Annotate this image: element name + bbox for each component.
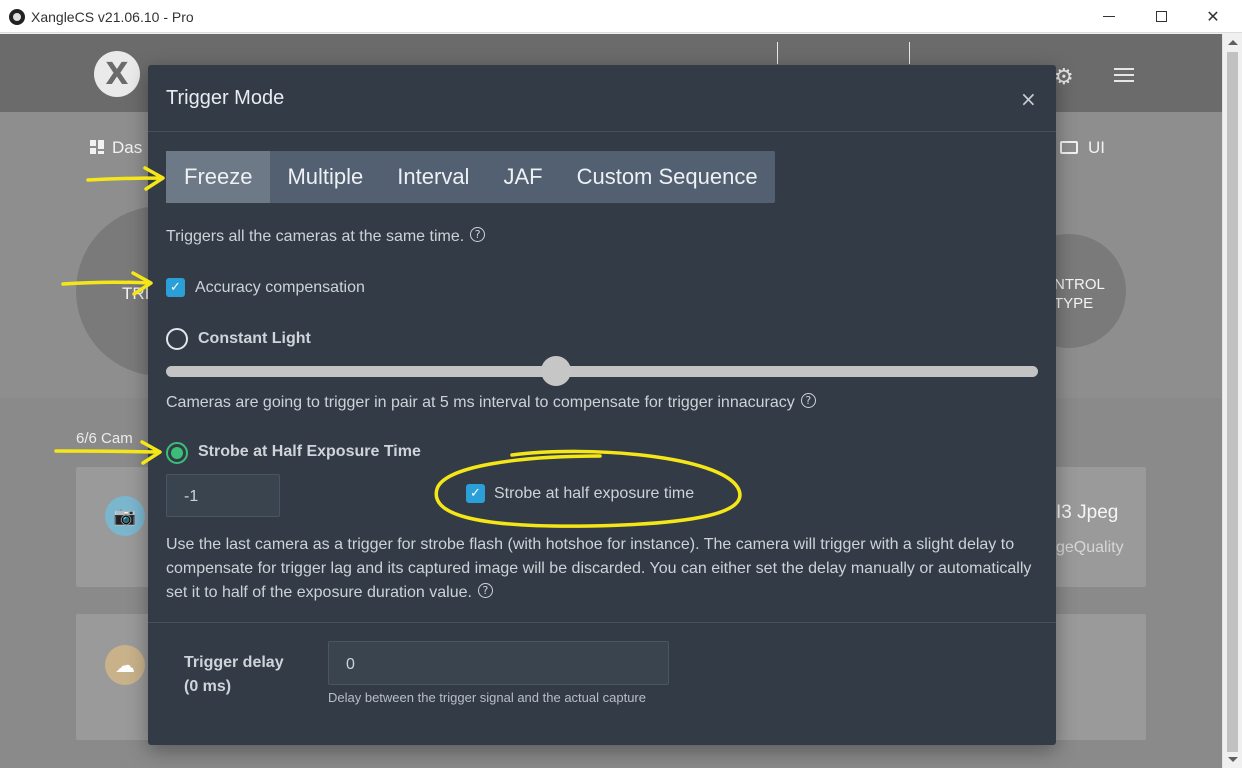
- window-title: XangleCS v21.06.10 - Pro: [31, 9, 194, 25]
- control-type-line2: TYPE: [1054, 295, 1094, 312]
- freeze-description-text: Triggers all the cameras at the same tim…: [166, 228, 465, 245]
- dashboard-label: Das: [112, 138, 143, 157]
- dashboard-link[interactable]: Das: [90, 138, 142, 158]
- dialog-header: Trigger Mode ×: [148, 65, 1056, 132]
- help-icon[interactable]: ?: [800, 393, 816, 408]
- strobe-radio[interactable]: [166, 442, 188, 464]
- slider-description-text: Cameras are going to trigger in pair at …: [166, 394, 795, 411]
- control-type-line1: NTROL: [1054, 276, 1105, 293]
- trigger-delay-label-line1: Trigger delay: [184, 654, 284, 671]
- close-window-button[interactable]: ✕: [1190, 0, 1236, 33]
- jpeg-format-label: I3 Jpeg: [1056, 502, 1119, 523]
- constant-light-radio[interactable]: [166, 328, 188, 350]
- menu-icon[interactable]: [1114, 68, 1134, 86]
- help-icon[interactable]: ?: [477, 583, 493, 598]
- strobe-description: Use the last camera as a trigger for str…: [166, 533, 1046, 605]
- app-icon: [9, 9, 25, 25]
- help-icon[interactable]: ?: [470, 227, 486, 242]
- accuracy-compensation-label: Accuracy compensation: [195, 279, 365, 296]
- monitor-icon: [1060, 141, 1078, 154]
- trigger-mode-dialog: Trigger Mode × Freeze Multiple Interval …: [148, 65, 1056, 745]
- minimize-button[interactable]: [1086, 0, 1132, 33]
- accuracy-compensation-checkbox[interactable]: ✓: [166, 278, 185, 297]
- close-icon[interactable]: ×: [1020, 87, 1037, 111]
- trigger-delay-label-line2: (0 ms): [184, 678, 232, 695]
- interval-slider-track[interactable]: [166, 366, 1038, 377]
- trigger-circle-label: TRI: [122, 284, 150, 303]
- dialog-title: Trigger Mode: [166, 87, 285, 109]
- jpeg-quality-label: geQuality: [1056, 539, 1124, 556]
- strobe-half-exposure-checkbox[interactable]: ✓: [466, 484, 485, 503]
- constant-light-label: Constant Light: [198, 330, 311, 347]
- app-logo: X: [94, 51, 140, 97]
- cloud-icon: ☁: [105, 645, 145, 685]
- dashboard-icon: [90, 140, 104, 154]
- strobe-delay-input[interactable]: -1: [166, 474, 280, 517]
- tab-multiple[interactable]: Multiple: [270, 151, 380, 203]
- trigger-delay-label: Trigger delay (0 ms): [184, 651, 284, 699]
- gear-icon[interactable]: ⚙: [1054, 64, 1074, 90]
- minimize-icon: [1103, 16, 1115, 17]
- window-scrollbar[interactable]: [1222, 34, 1242, 768]
- strobe-half-exposure-label: Strobe at half exposure time: [494, 485, 695, 502]
- topbar-divider: [777, 42, 778, 64]
- freeze-description: Triggers all the cameras at the same tim…: [166, 227, 486, 246]
- maximize-icon: [1155, 11, 1167, 22]
- trigger-delay-input[interactable]: 0: [328, 641, 669, 685]
- tab-interval[interactable]: Interval: [380, 151, 486, 203]
- topbar-divider: [909, 42, 910, 64]
- tab-custom-sequence[interactable]: Custom Sequence: [560, 151, 775, 203]
- tab-jaf[interactable]: JAF: [486, 151, 559, 203]
- scroll-up-arrow[interactable]: [1228, 40, 1238, 45]
- camera-count: 6/6 Cam: [76, 430, 133, 447]
- ui-link[interactable]: UI: [1060, 138, 1105, 158]
- tab-freeze[interactable]: Freeze: [166, 151, 271, 203]
- strobe-description-text: Use the last camera as a trigger for str…: [166, 536, 1032, 601]
- window-titlebar: XangleCS v21.06.10 - Pro ✕: [0, 0, 1242, 33]
- section-divider: [148, 622, 1056, 623]
- scroll-down-arrow[interactable]: [1228, 757, 1238, 762]
- ui-label: UI: [1088, 138, 1105, 157]
- interval-slider-thumb[interactable]: [541, 356, 571, 386]
- scroll-thumb[interactable]: [1227, 52, 1238, 752]
- trigger-delay-help: Delay between the trigger signal and the…: [328, 690, 646, 705]
- trigger-mode-tabs: Freeze Multiple Interval JAF Custom Sequ…: [166, 151, 775, 203]
- slider-description: Cameras are going to trigger in pair at …: [166, 393, 816, 412]
- camera-icon: 📷: [105, 496, 145, 536]
- strobe-label: Strobe at Half Exposure Time: [198, 443, 421, 460]
- maximize-button[interactable]: [1138, 0, 1184, 33]
